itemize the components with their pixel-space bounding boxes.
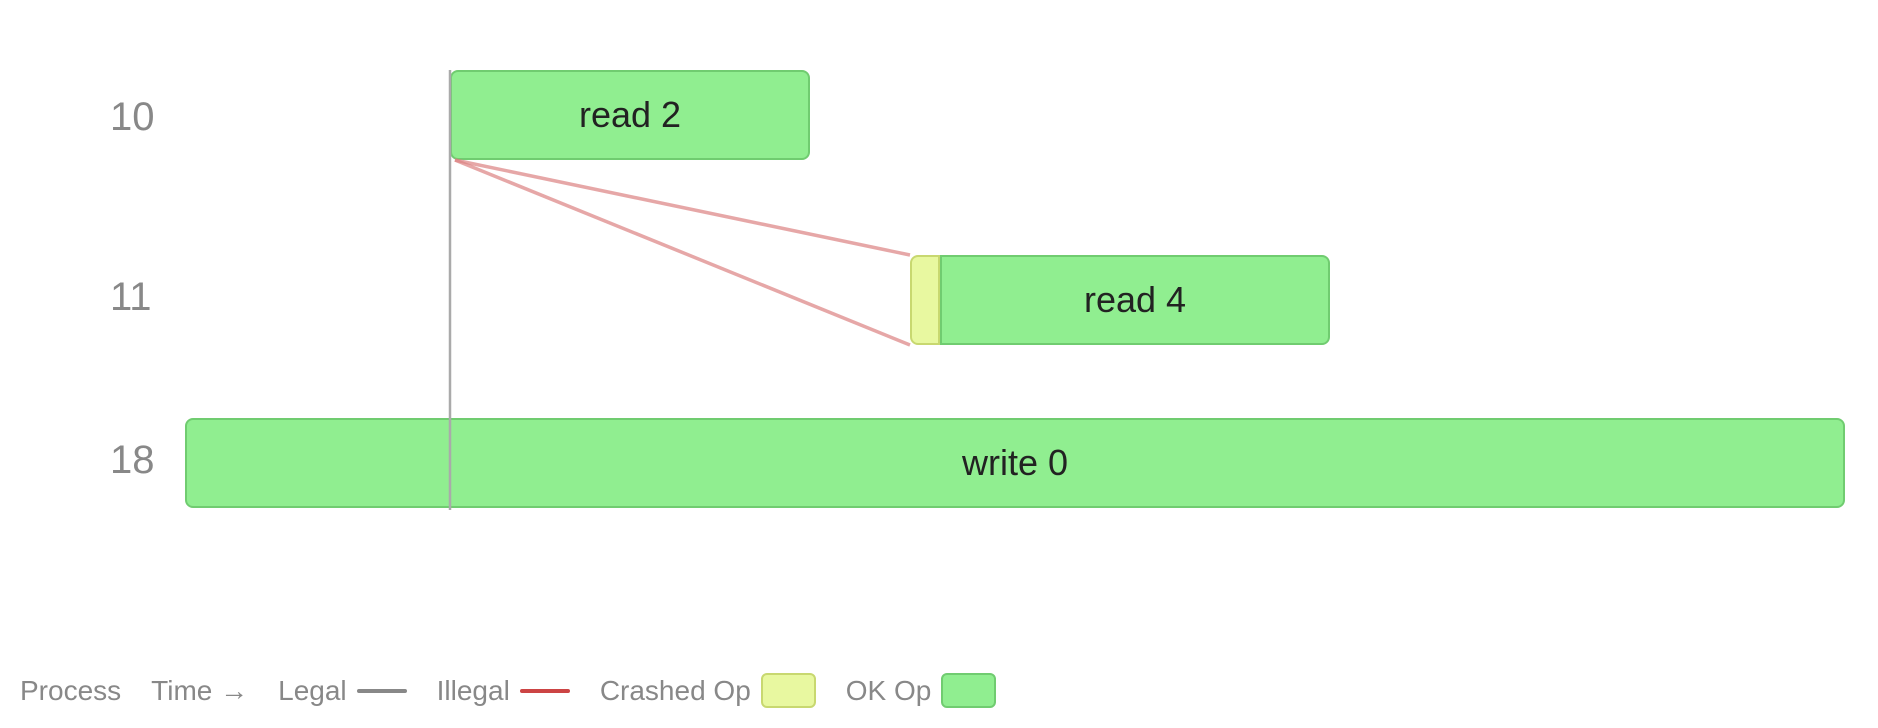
legend-ok-label: OK Op [846,675,932,707]
legend-time: Time → [151,675,248,707]
chart-container: 10 11 18 read 2 read 4 write 0 Process T… [0,0,1878,728]
illegal-line-upper [455,160,910,255]
y-label-18: 18 [110,438,155,483]
legend-crashed-label: Crashed Op [600,675,751,707]
legend: Process Time → Legal Illegal Crashed Op … [20,673,996,708]
read4-crashed-segment [910,255,940,345]
legend-illegal-label: Illegal [437,675,510,707]
illegal-line-lower [455,160,910,345]
legend-ok: OK Op [846,673,997,708]
write0-bar: write 0 [185,418,1845,508]
crashed-op-icon [761,673,816,708]
legend-process: Process [20,675,121,707]
illegal-line-icon [520,689,570,693]
read4-bar: read 4 [940,255,1330,345]
y-label-10: 10 [110,95,155,140]
legend-legal-label: Legal [278,675,347,707]
read2-bar: read 2 [450,70,810,160]
legend-crashed: Crashed Op [600,673,816,708]
y-label-11: 11 [110,275,152,320]
svg-overlay [0,0,1878,728]
legend-legal: Legal [278,675,407,707]
legend-illegal: Illegal [437,675,570,707]
ok-op-icon [941,673,996,708]
legal-line-icon [357,689,407,693]
legend-process-label: Process [20,675,121,707]
legend-time-label: Time → [151,675,248,707]
